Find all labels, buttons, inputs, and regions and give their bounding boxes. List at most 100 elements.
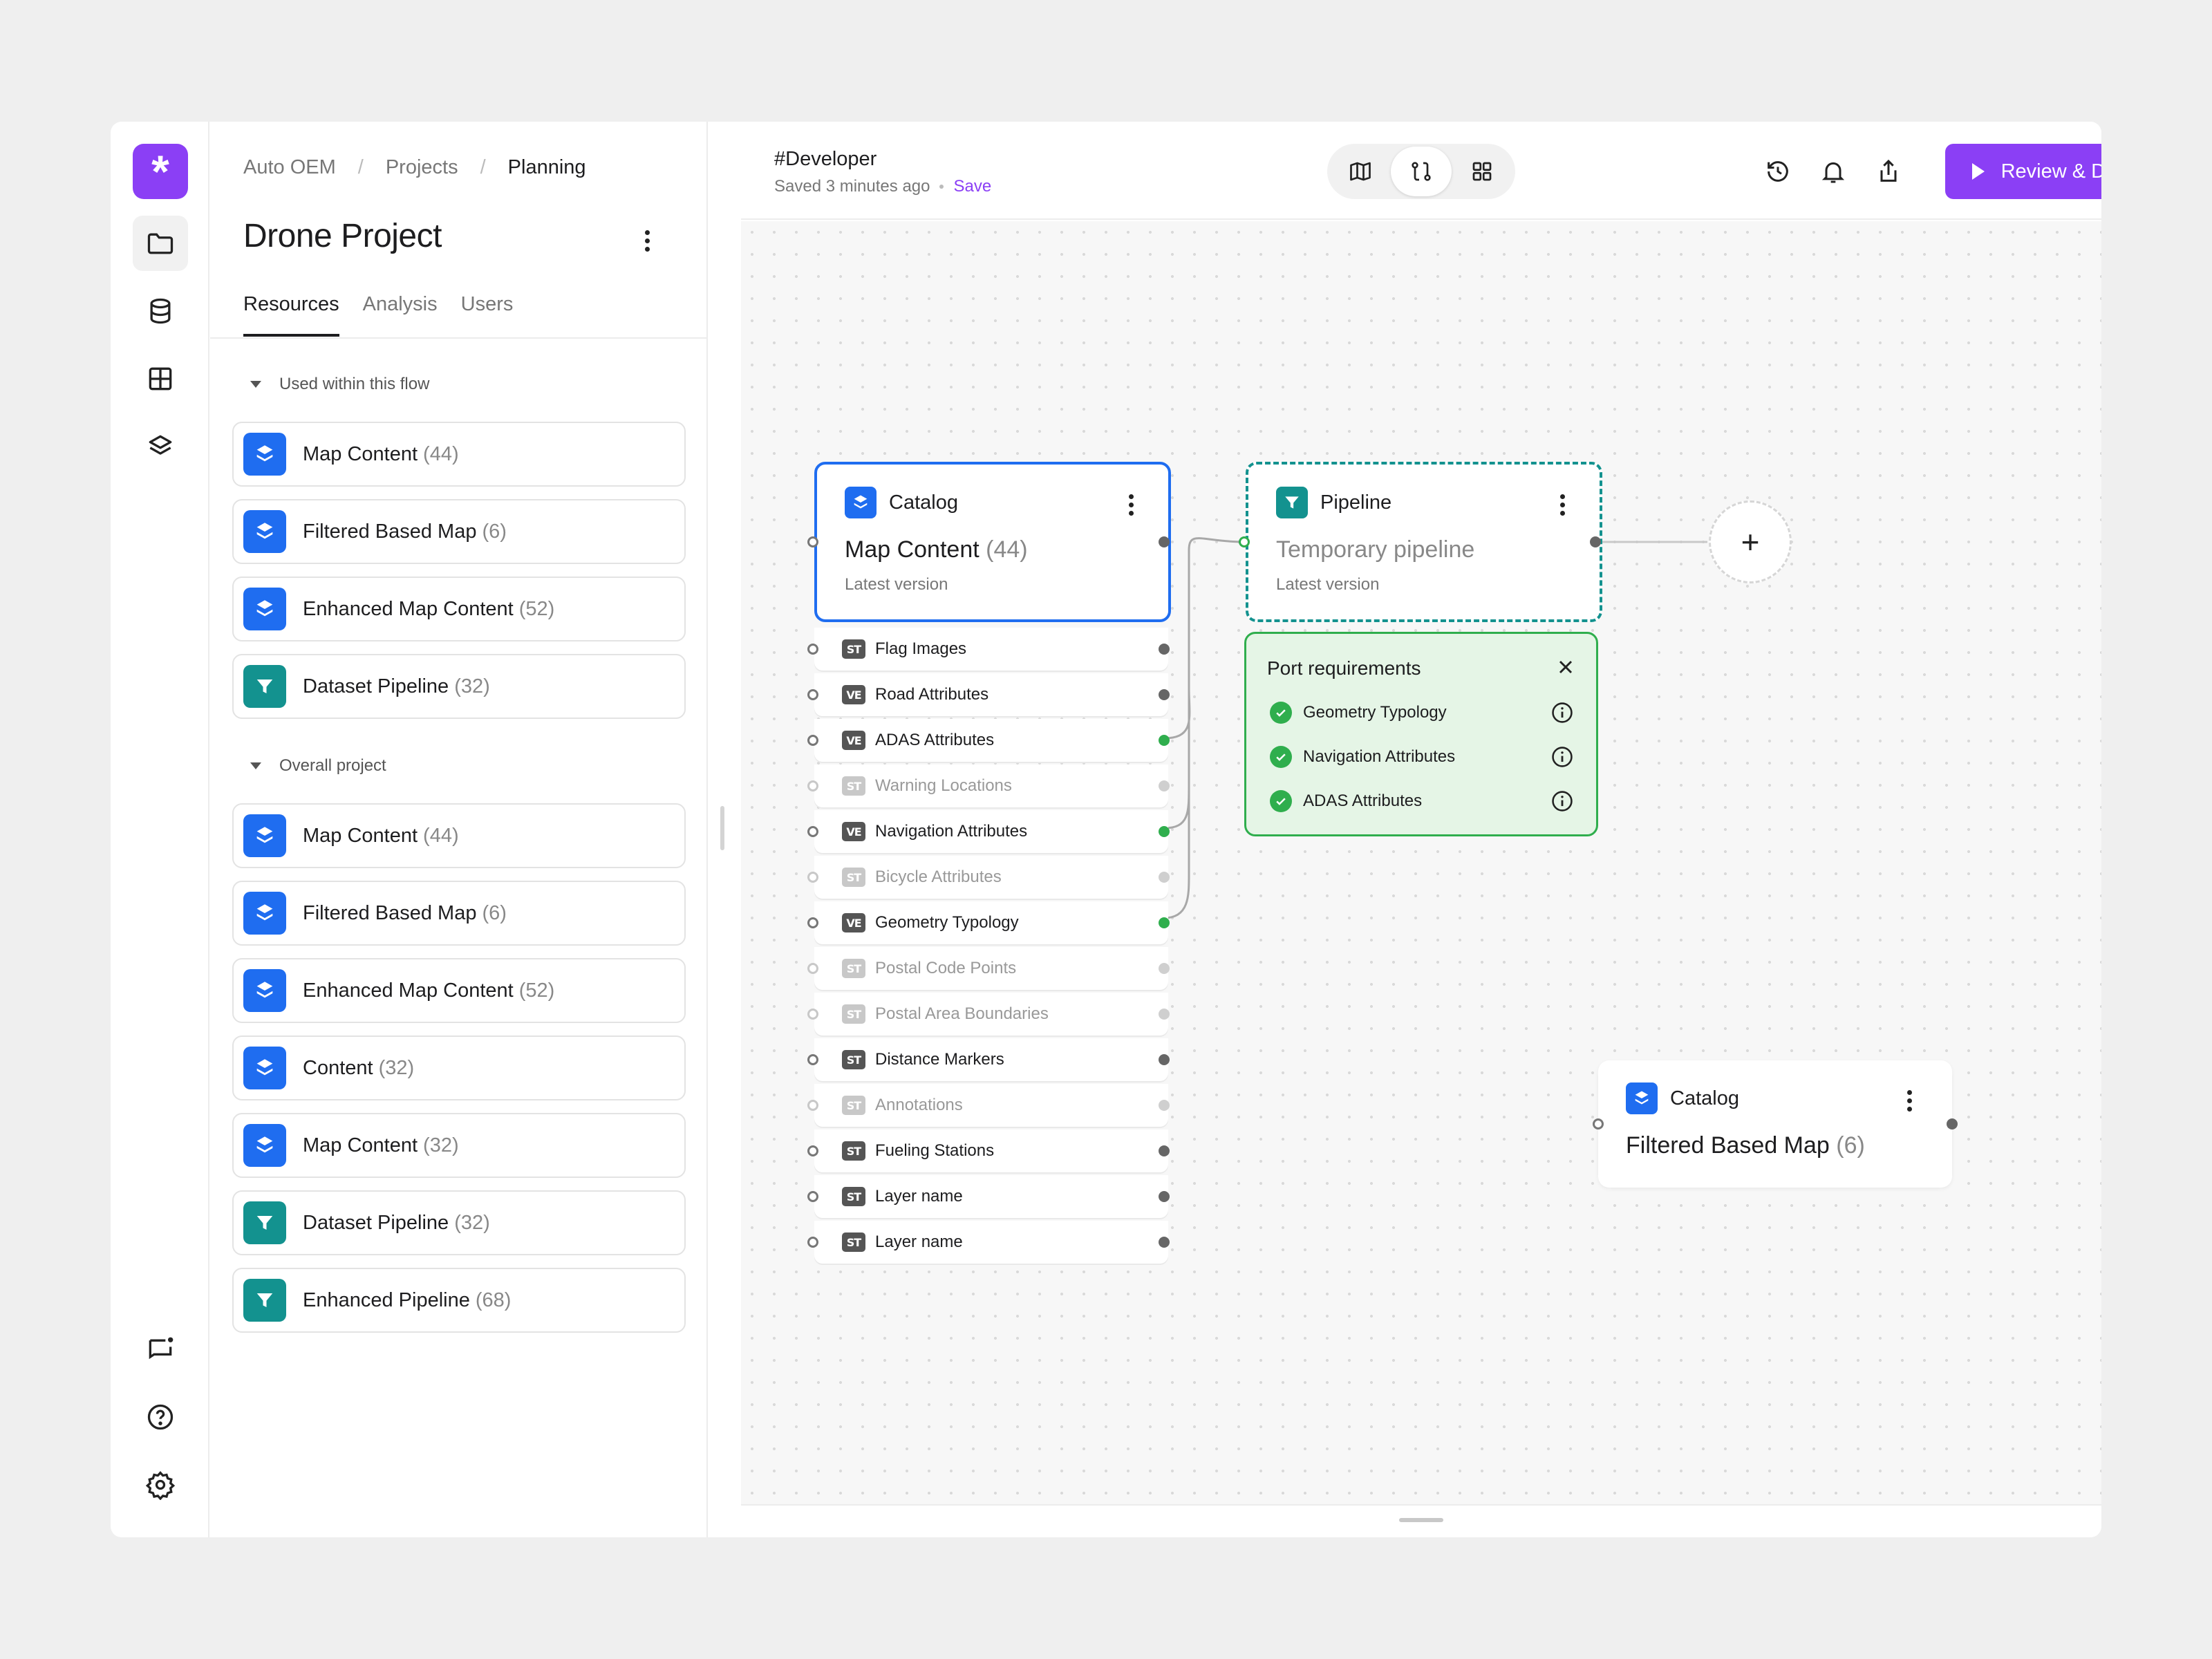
layer-row[interactable]: ST Layer name xyxy=(814,1175,1168,1218)
input-port[interactable] xyxy=(807,536,818,547)
group-header-overall[interactable]: Overall project xyxy=(250,756,386,776)
panel-resize-handle[interactable] xyxy=(720,806,724,850)
layer-output-port[interactable] xyxy=(1159,1100,1170,1111)
breadcrumb-projects[interactable]: Projects xyxy=(386,156,458,179)
tab-analysis[interactable]: Analysis xyxy=(363,293,438,337)
view-grid-button[interactable] xyxy=(1452,147,1512,196)
resource-item[interactable]: Filtered Based Map (6) xyxy=(232,881,686,946)
layer-row[interactable]: ST Warning Locations xyxy=(814,765,1168,807)
layer-input-port[interactable] xyxy=(807,963,818,974)
layer-input-port[interactable] xyxy=(807,644,818,655)
nav-settings[interactable] xyxy=(133,1457,188,1512)
layer-input-port[interactable] xyxy=(807,780,818,791)
group-header-flow[interactable]: Used within this flow xyxy=(250,375,429,394)
nav-layers[interactable] xyxy=(133,419,188,474)
layer-row[interactable]: ST Bicycle Attributes xyxy=(814,856,1168,899)
layer-row[interactable]: ST Postal Code Points xyxy=(814,947,1168,990)
project-menu-button[interactable] xyxy=(633,227,661,254)
layer-input-port[interactable] xyxy=(807,1009,818,1020)
pipeline-node-temporary[interactable]: Pipeline Temporary pipeline Latest versi… xyxy=(1246,462,1602,622)
resource-item[interactable]: Enhanced Pipeline (68) xyxy=(232,1268,686,1333)
resource-item[interactable]: Content (32) xyxy=(232,1035,686,1100)
resource-item[interactable]: Dataset Pipeline (32) xyxy=(232,1190,686,1255)
history-button[interactable] xyxy=(1763,156,1793,187)
layer-name: Geometry Typology xyxy=(875,913,1019,932)
view-map-button[interactable] xyxy=(1330,147,1391,196)
layer-row[interactable]: VE ADAS Attributes xyxy=(814,719,1168,762)
layer-input-port[interactable] xyxy=(807,689,818,700)
layer-output-port[interactable] xyxy=(1159,644,1170,655)
bottom-drawer-handle[interactable] xyxy=(1399,1518,1443,1522)
layer-output-port[interactable] xyxy=(1159,963,1170,974)
layer-input-port[interactable] xyxy=(807,1054,818,1065)
view-flow-button[interactable] xyxy=(1391,147,1452,196)
output-port[interactable] xyxy=(1947,1118,1958,1130)
layer-output-port[interactable] xyxy=(1159,1237,1170,1248)
layer-output-port[interactable] xyxy=(1159,1054,1170,1065)
nav-database[interactable] xyxy=(133,283,188,339)
resource-item[interactable]: Map Content (32) xyxy=(232,1113,686,1178)
layer-input-port[interactable] xyxy=(807,917,818,928)
output-port[interactable] xyxy=(1159,536,1170,547)
resource-item[interactable]: Enhanced Map Content (52) xyxy=(232,577,686,641)
layer-input-port[interactable] xyxy=(807,1100,818,1111)
nav-grid[interactable] xyxy=(133,351,188,406)
node-menu-button[interactable] xyxy=(1895,1087,1923,1114)
layer-row[interactable]: ST Distance Markers xyxy=(814,1038,1168,1081)
nav-chat[interactable] xyxy=(133,1322,188,1377)
layer-output-port[interactable] xyxy=(1159,735,1170,746)
catalog-node-map-content[interactable]: Catalog Map Content (44) Latest version xyxy=(814,462,1171,622)
resource-item[interactable]: Enhanced Map Content (52) xyxy=(232,958,686,1023)
layer-row[interactable]: ST Layer name xyxy=(814,1221,1168,1264)
layer-row[interactable]: VE Geometry Typology xyxy=(814,901,1168,944)
input-port[interactable] xyxy=(1239,536,1250,547)
info-icon[interactable] xyxy=(1550,701,1574,724)
node-title: Filtered Based Map xyxy=(1626,1132,1830,1159)
layer-row[interactable]: ST Flag Images xyxy=(814,628,1168,671)
node-menu-button[interactable] xyxy=(1117,491,1145,518)
tab-users[interactable]: Users xyxy=(461,293,514,337)
notifications-button[interactable] xyxy=(1818,156,1848,187)
share-button[interactable] xyxy=(1873,156,1904,187)
popover-title: Port requirements xyxy=(1267,657,1421,679)
layer-output-port[interactable] xyxy=(1159,917,1170,928)
layer-input-port[interactable] xyxy=(807,1191,818,1202)
save-link[interactable]: Save xyxy=(953,177,991,196)
resource-item[interactable]: Map Content (44) xyxy=(232,422,686,487)
review-deploy-button[interactable]: Review & Deploy xyxy=(1945,144,2101,199)
resource-item[interactable]: Map Content (44) xyxy=(232,803,686,868)
input-port[interactable] xyxy=(1593,1118,1604,1130)
layer-input-port[interactable] xyxy=(807,826,818,837)
info-icon[interactable] xyxy=(1550,789,1574,813)
nav-folder[interactable] xyxy=(133,216,188,271)
layer-row[interactable]: VE Road Attributes xyxy=(814,673,1168,716)
resource-item[interactable]: Dataset Pipeline (32) xyxy=(232,654,686,719)
info-icon[interactable] xyxy=(1550,745,1574,769)
app-logo[interactable]: * xyxy=(133,144,188,199)
layer-output-port[interactable] xyxy=(1159,1145,1170,1156)
catalog-node-filtered[interactable]: Catalog Filtered Based Map (6) xyxy=(1598,1060,1952,1188)
breadcrumb-org[interactable]: Auto OEM xyxy=(243,156,336,179)
layer-output-port[interactable] xyxy=(1159,780,1170,791)
close-icon[interactable] xyxy=(1555,656,1577,678)
layer-output-port[interactable] xyxy=(1159,826,1170,837)
layer-input-port[interactable] xyxy=(807,1237,818,1248)
layer-row[interactable]: VE Navigation Attributes xyxy=(814,810,1168,853)
tab-resources[interactable]: Resources xyxy=(243,293,339,337)
layer-output-port[interactable] xyxy=(1159,872,1170,883)
layer-input-port[interactable] xyxy=(807,735,818,746)
layer-row[interactable]: ST Postal Area Boundaries xyxy=(814,993,1168,1035)
nav-help[interactable] xyxy=(133,1389,188,1445)
layer-output-port[interactable] xyxy=(1159,1009,1170,1020)
node-menu-button[interactable] xyxy=(1548,491,1576,518)
layer-output-port[interactable] xyxy=(1159,689,1170,700)
add-node-button[interactable]: + xyxy=(1709,500,1792,583)
resource-item[interactable]: Filtered Based Map (6) xyxy=(232,499,686,564)
layer-input-port[interactable] xyxy=(807,1145,818,1156)
output-port[interactable] xyxy=(1590,536,1601,547)
layer-input-port[interactable] xyxy=(807,872,818,883)
layer-output-port[interactable] xyxy=(1159,1191,1170,1202)
layer-row[interactable]: ST Fueling Stations xyxy=(814,1130,1168,1172)
layer-row[interactable]: ST Annotations xyxy=(814,1084,1168,1127)
breadcrumb-current[interactable]: Planning xyxy=(508,156,586,179)
